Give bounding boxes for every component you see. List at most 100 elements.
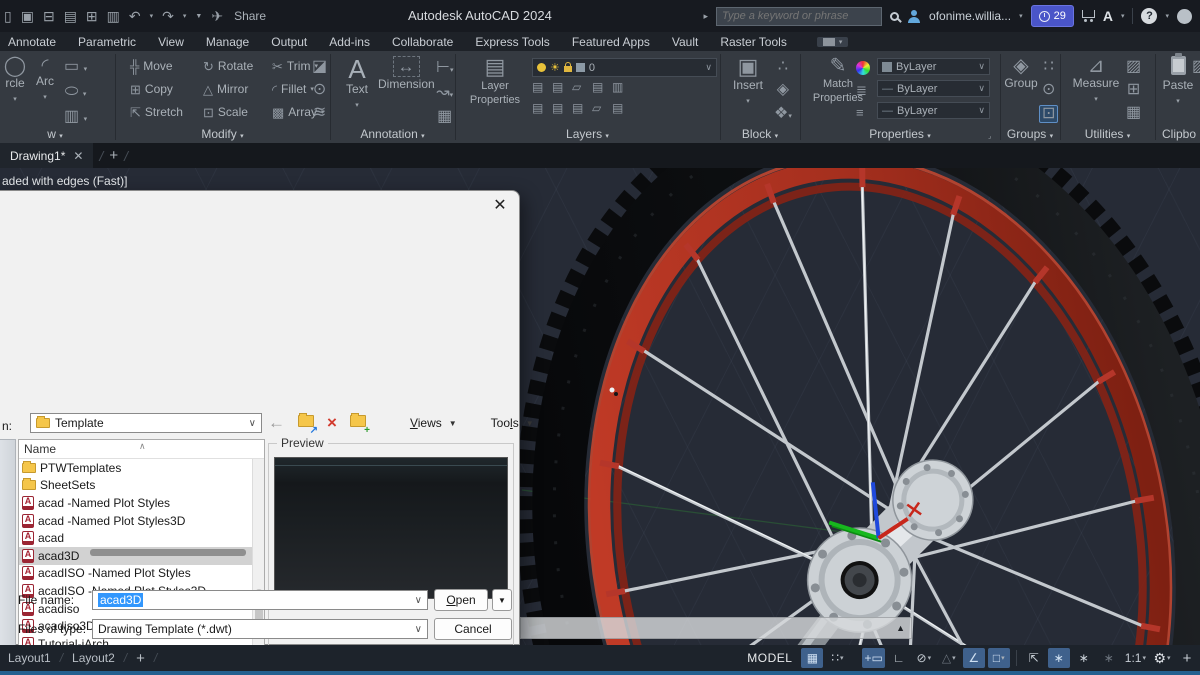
tools-menu[interactable]: Tools ▼ [491,416,534,430]
undo-icon[interactable]: ↶ [129,9,141,23]
ellipse-tool[interactable]: ⬭ ▾ [65,83,87,101]
autodesk-logo-icon[interactable]: A [1103,8,1113,24]
table-tool[interactable]: ▦ [437,109,452,125]
polar-tracking-toggle[interactable]: ⊘▾ [913,648,935,668]
file-type-combo[interactable]: Drawing Template (*.dwt) ∨ [92,619,428,639]
delete-icon[interactable]: × [327,413,337,433]
layer-freeze-tool[interactable]: ▱ [572,81,592,102]
object-color-combo[interactable]: ByLayer ∨ [877,58,990,75]
new-folder-icon[interactable]: + [350,414,366,432]
drawing-tab-close-icon[interactable]: ✕ [73,149,83,163]
drawing-tab-active[interactable]: Drawing1* ✕ [0,143,93,168]
layout1-tab[interactable]: Layout1 [8,651,51,665]
measure-tool[interactable]: ⊿ Measure▾ [1072,56,1120,104]
layer-lock-tool[interactable]: ▤ [592,81,612,102]
group-selection-toggle[interactable]: ⊡ [1039,105,1058,123]
tab-collaborate[interactable]: Collaborate [392,35,453,49]
help-icon[interactable]: ? [1141,8,1157,24]
explode-icon[interactable]: ≋ [313,105,326,121]
redo-icon[interactable]: ↷ [162,9,174,23]
insert-tool[interactable]: ▣ Insert▾ [728,56,768,106]
search-icon[interactable] [890,12,899,21]
tab-vault[interactable]: Vault [672,35,698,49]
new-file-icon[interactable]: ▯ [4,9,12,23]
lineweight-combo[interactable]: —ByLayer∨ [877,80,990,97]
group-tool[interactable]: ◈ Group [1004,56,1038,90]
file-name-value[interactable]: acad3D [98,593,143,607]
linetype-icon[interactable]: ≡ [856,106,864,119]
list-item[interactable]: AacadISO -Named Plot Styles [19,565,264,583]
cut-tool[interactable]: ▨ [1192,59,1200,75]
new-drawing-tab-button[interactable]: + [109,147,118,164]
scale-tool[interactable]: ⊡Scale [203,105,248,119]
user-dropdown-icon[interactable]: ▾ [1019,12,1023,20]
layer-properties-button[interactable]: ▤ Layer Properties [462,56,528,106]
clipboard-panel-label[interactable]: Clipbo [1162,127,1200,141]
list-item[interactable]: SheetSets [19,477,264,495]
layer-unlock-tool[interactable]: ▤ [572,102,592,123]
fillet-tool[interactable]: ◜Fillet▾ [272,82,314,96]
cart-icon[interactable] [1082,10,1095,18]
groups-panel-label[interactable]: Groups ▾ [1000,127,1060,141]
tab-annotate[interactable]: Annotate [8,35,56,49]
views-menu[interactable]: Views ▼ [410,416,457,430]
new-layout-button[interactable]: + [136,650,145,667]
dim-style-tool[interactable]: ⊢▾ [436,59,453,77]
arc-tool[interactable]: ◜ Arc▾ [32,56,58,102]
help-dropdown-icon[interactable]: ▾ [1165,12,1169,20]
cancel-button[interactable]: Cancel [434,618,512,640]
search-input[interactable] [722,10,876,22]
share-icon[interactable]: ✈ [211,9,223,23]
erase-icon[interactable]: ◪ [312,59,327,75]
up-one-level-icon[interactable]: ↗ [298,414,314,432]
annotation-scale-value[interactable]: 1:1▾ [1123,648,1148,668]
group-edit-tool[interactable]: ⊙ [1042,82,1055,98]
rotate-tool[interactable]: ↻Rotate [203,59,253,73]
dialog-close-icon[interactable]: ✕ [489,195,511,215]
quick-select-tool[interactable]: ▨ [1126,59,1141,75]
ortho-toggle[interactable]: ∟ [888,648,910,668]
tab-manage[interactable]: Manage [206,35,249,49]
move-tool[interactable]: ╬Move [130,59,173,73]
share-label[interactable]: Share [234,9,266,23]
offset-icon[interactable]: ⊙ [313,82,326,98]
snap-toggle[interactable]: ∷▾ [826,648,848,668]
grid-toggle[interactable]: ▦ [801,648,823,668]
paste-tool[interactable]: Paste▾ [1160,56,1196,106]
list-vertical-scrollbar[interactable] [252,459,264,675]
user-name[interactable]: ofonime.willia... [929,9,1011,23]
create-block-tool[interactable]: ∴ [778,59,788,75]
quick-calc-tool[interactable]: ▦ [1126,105,1141,121]
layer-walk-tool[interactable]: ▤ [612,102,632,123]
circle-tool[interactable]: ◯ rcle▾ [0,56,30,104]
list-horizontal-scrollbar[interactable] [90,549,246,556]
isodraft-toggle[interactable]: △▾ [938,648,960,668]
copy-tool[interactable]: ⊞Copy [130,82,173,96]
tab-featured-apps[interactable]: Featured Apps [572,35,650,49]
ribbon-display-toggle[interactable]: ▾ [817,37,849,47]
user-avatar-icon[interactable] [907,10,921,23]
customize-status-bar-button[interactable]: + [1176,648,1198,668]
osnap-tracking-toggle[interactable]: ∠ [963,648,985,668]
notification-badge[interactable]: 29 [1031,5,1074,27]
dimension-tool[interactable]: ↔ Dimension [378,56,434,91]
hatch-tool[interactable]: ▥ ▾ [64,108,87,126]
properties-panel-label[interactable]: Properties ▾ [800,127,1000,141]
command-line-expand-icon[interactable]: ▲ [896,623,905,633]
annotation-scale-toggle[interactable]: ∗ [1098,648,1120,668]
open-dropdown-button[interactable]: ▼ [492,589,512,611]
file-name-combo[interactable]: acad3D ∨ [92,590,428,610]
tab-raster-tools[interactable]: Raster Tools [720,35,786,49]
feedback-icon[interactable] [1177,9,1192,24]
properties-dialog-launcher-icon[interactable]: ⌟ [988,132,991,140]
layer-select-combo[interactable]: ☀ 0 ∨ [532,58,717,77]
tab-add-ins[interactable]: Add-ins [329,35,370,49]
save-icon[interactable]: ▣ [21,9,34,23]
publish-icon[interactable]: ⊞ [86,9,98,23]
modify-panel-label[interactable]: Modify ▾ [115,127,330,141]
undo-dropdown-icon[interactable]: ▾ [150,12,154,20]
linetype-combo[interactable]: —ByLayer∨ [877,102,990,119]
tab-output[interactable]: Output [271,35,307,49]
block-panel-label[interactable]: Block ▾ [720,127,800,141]
look-in-combo[interactable]: Template ∨ [30,413,262,433]
